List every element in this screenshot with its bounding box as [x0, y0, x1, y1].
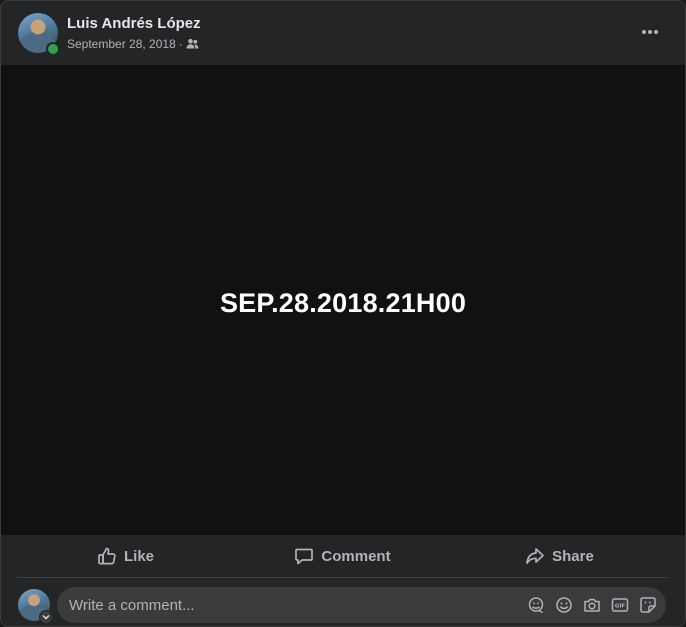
speech-bubble-icon	[295, 548, 314, 565]
post-actions: Like Comment Share	[17, 535, 668, 578]
post-meta: September 28, 2018 ·	[67, 37, 199, 51]
chevron-down-icon[interactable]	[39, 610, 53, 624]
post-media[interactable]: SEP.28.2018.21H00	[1, 65, 685, 535]
camera-icon[interactable]	[582, 595, 602, 615]
comment-button[interactable]: Comment	[234, 538, 451, 574]
online-status-indicator	[46, 42, 60, 56]
avatar-sticker-icon[interactable]	[526, 595, 546, 615]
comment-composer: GIF	[1, 585, 685, 625]
comment-input[interactable]	[57, 587, 526, 623]
meta-separator: ·	[178, 37, 183, 51]
thumbs-up-icon	[98, 547, 116, 565]
post-card: Luis Andrés López September 28, 2018 · S	[0, 0, 686, 627]
more-options-button[interactable]	[635, 19, 665, 45]
like-label: Like	[123, 547, 154, 565]
share-label: Share	[552, 547, 594, 565]
gif-icon[interactable]: GIF	[610, 595, 630, 615]
share-arrow-icon	[526, 548, 544, 564]
comment-tools: GIF	[526, 595, 666, 615]
sticker-icon[interactable]	[638, 595, 658, 615]
comment-label: Comment	[321, 547, 391, 565]
friends-icon[interactable]	[186, 38, 199, 50]
author-name[interactable]: Luis Andrés López	[67, 15, 201, 32]
media-text: SEP.28.2018.21H00	[219, 287, 467, 318]
comment-box: GIF	[57, 587, 666, 623]
emoji-icon[interactable]	[554, 595, 574, 615]
svg-text:GIF: GIF	[615, 604, 626, 610]
share-button[interactable]: Share	[451, 538, 668, 574]
more-options-icon	[642, 30, 658, 34]
post-header: Luis Andrés López September 28, 2018 ·	[1, 1, 685, 65]
post-date[interactable]: September 28, 2018	[67, 37, 176, 51]
like-button[interactable]: Like	[17, 538, 234, 574]
